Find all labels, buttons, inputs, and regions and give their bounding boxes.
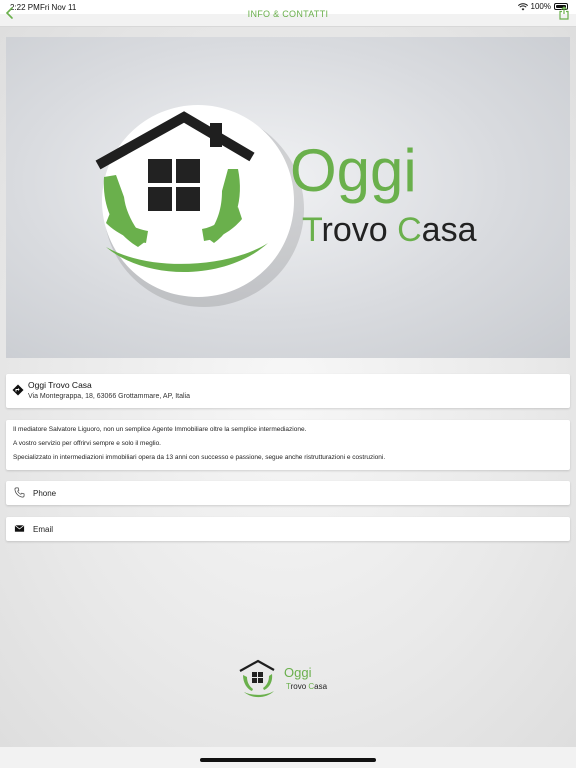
- envelope-icon: [14, 525, 25, 532]
- footer-brand-line1: Oggi: [284, 665, 312, 680]
- brand-word-asa: asa: [422, 211, 477, 249]
- navbar: INFO & CONTATTI: [0, 0, 576, 27]
- nav-title: INFO & CONTATTI: [247, 9, 329, 19]
- share-icon[interactable]: [558, 6, 570, 20]
- description-card: Il mediatore Salvatore Liguoro, non un s…: [6, 420, 570, 470]
- footer-word-rovo: rovo: [291, 682, 309, 691]
- description-line: Specializzato in intermediazioni immobil…: [13, 454, 386, 461]
- hero-banner: Oggi Trovo Casa: [6, 37, 570, 358]
- footer-brand-line2: Trovo Casa: [286, 682, 328, 691]
- brand-initial-t: T: [302, 211, 322, 249]
- brand-line2: Trovo Casa: [302, 211, 477, 249]
- description-line: Il mediatore Salvatore Liguoro, non un s…: [13, 426, 307, 433]
- brand-logo-large: Oggi Trovo Casa: [95, 105, 477, 307]
- email-label: Email: [33, 525, 54, 534]
- brand-logo-small: Oggi Trovo Casa: [239, 659, 328, 698]
- email-row[interactable]: Email: [6, 517, 570, 541]
- description-line: A vostro servizio per offrirvi sempre e …: [13, 440, 161, 447]
- brand-word-rovo: rovo: [322, 211, 398, 249]
- content-area: Oggi Trovo Casa Oggi Trovo Casa Via Mont…: [0, 27, 576, 747]
- brand-line1: Oggi: [290, 137, 417, 204]
- phone-icon: [14, 487, 25, 498]
- address-line: Via Montegrappa, 18, 63066 Grottammare, …: [28, 393, 191, 400]
- address-card[interactable]: Oggi Trovo Casa Via Montegrappa, 18, 630…: [6, 374, 570, 408]
- business-name: Oggi Trovo Casa: [28, 380, 92, 390]
- brand-initial-c: C: [397, 211, 422, 249]
- home-indicator[interactable]: [200, 758, 376, 762]
- phone-row[interactable]: Phone: [6, 481, 570, 505]
- directions-icon: [12, 384, 24, 396]
- footer-word-asa: asa: [314, 682, 327, 691]
- phone-label: Phone: [33, 489, 57, 498]
